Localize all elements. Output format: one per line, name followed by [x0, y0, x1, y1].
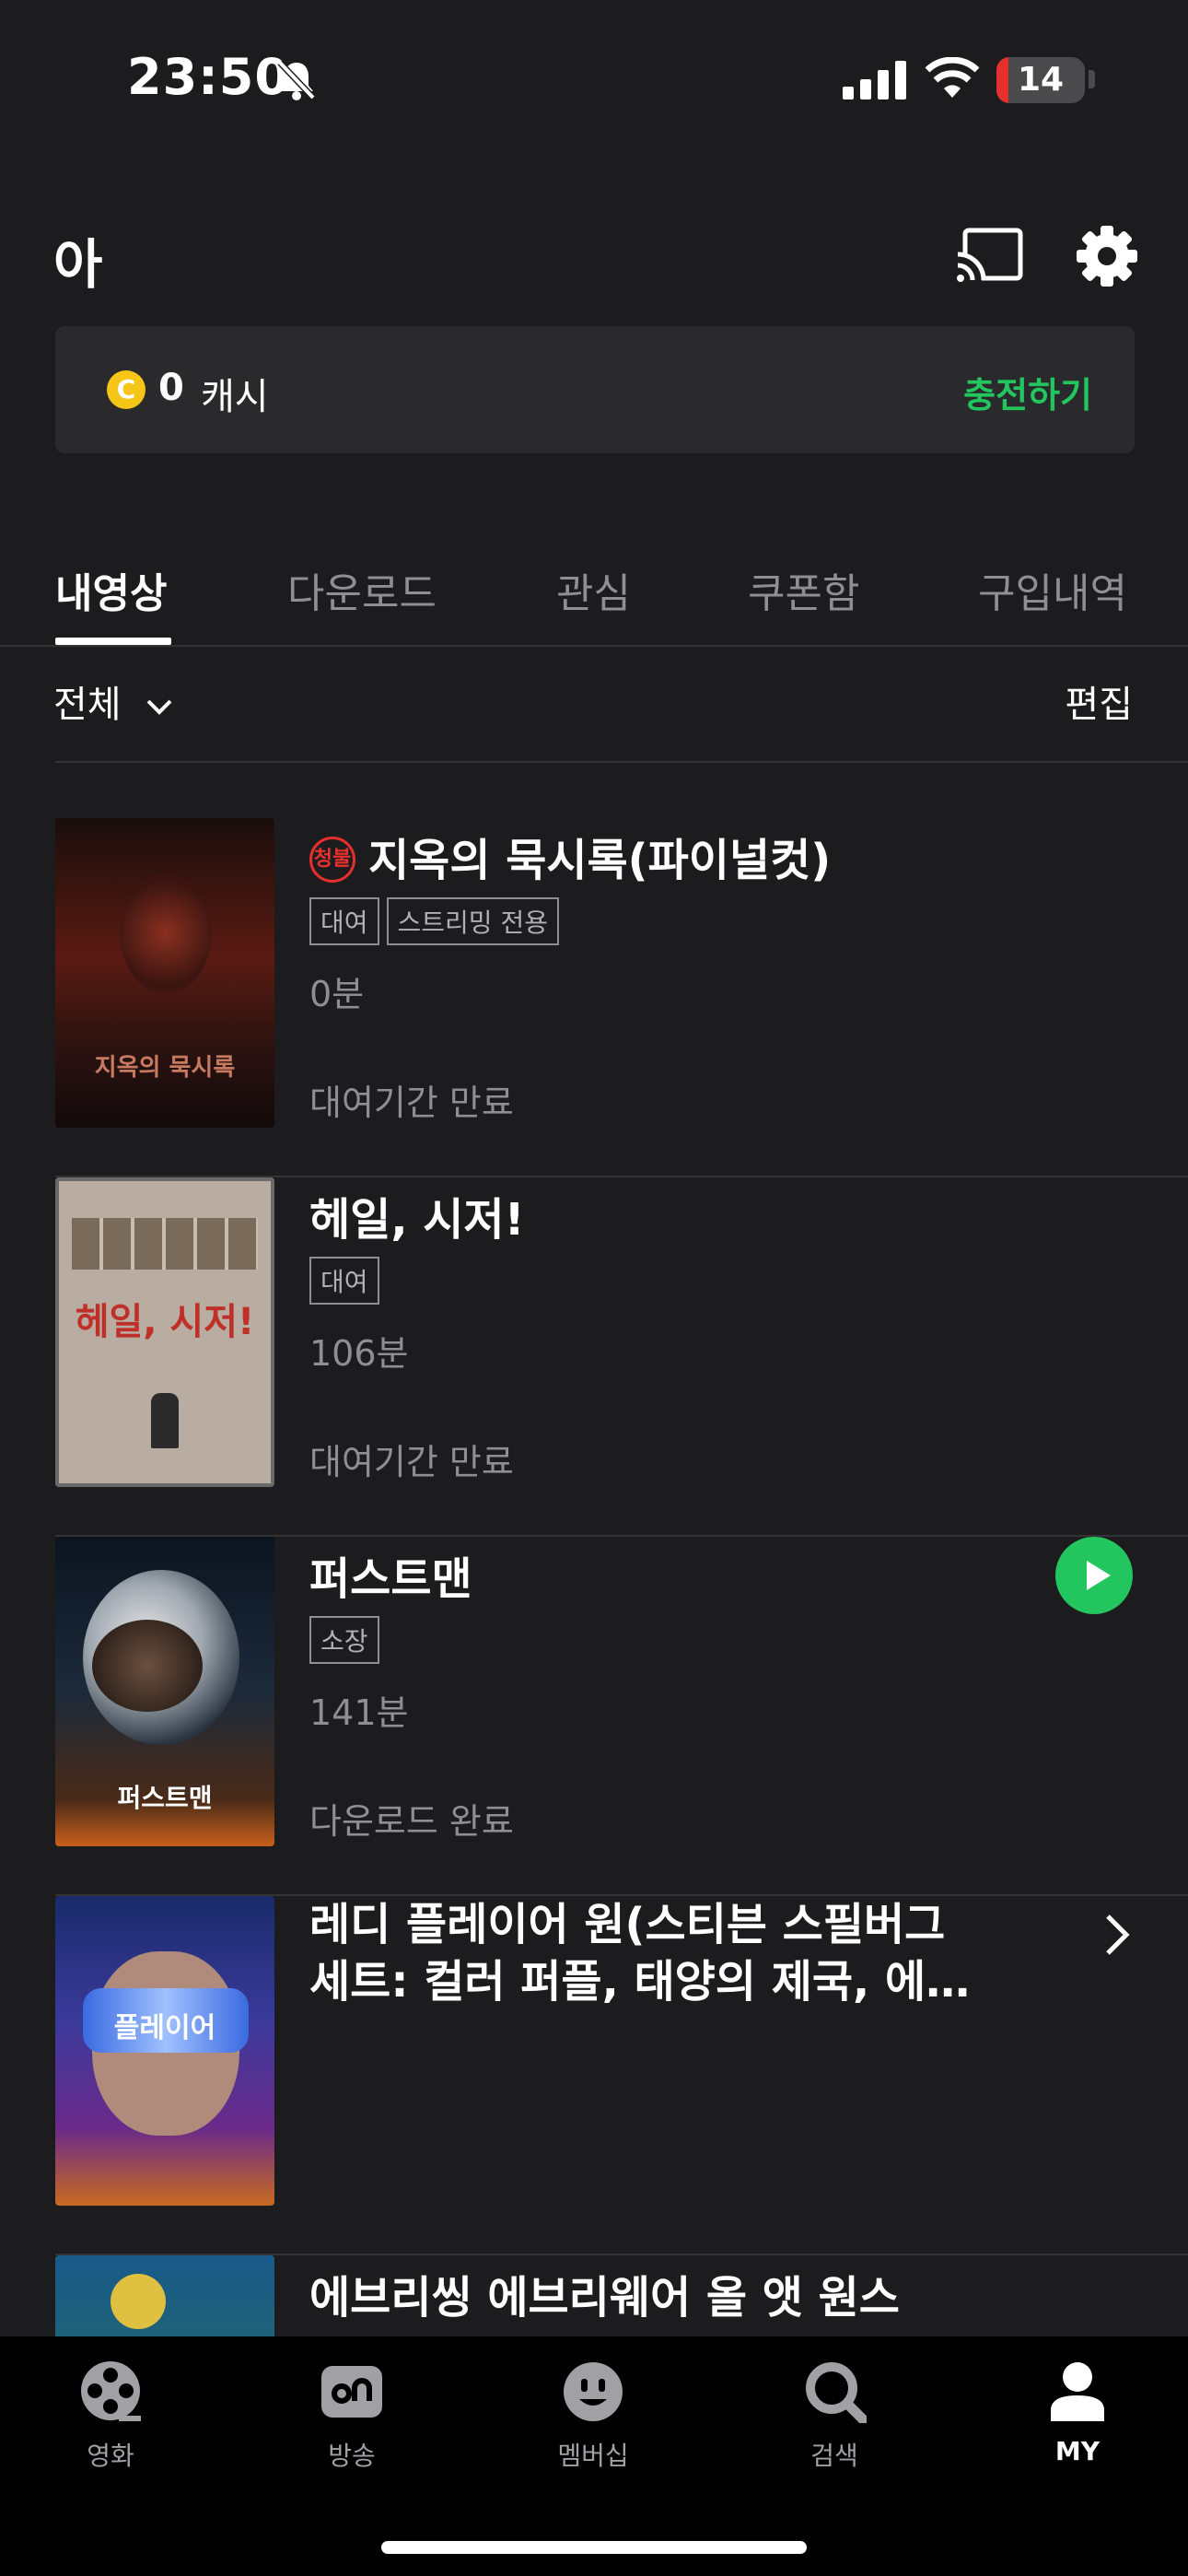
- item-status: 대여기간 만료: [309, 1083, 514, 1123]
- tv-on-icon: [321, 2366, 382, 2418]
- search-icon: [806, 2362, 867, 2423]
- badge: 스트리밍 전용: [386, 897, 559, 945]
- nav-my[interactable]: MY: [1004, 2359, 1151, 2466]
- coin-icon: C: [107, 370, 146, 409]
- poster-image: 퍼스트맨: [55, 1537, 274, 1846]
- cellular-signal-icon: [843, 61, 906, 100]
- divider: [55, 761, 1188, 763]
- cast-icon[interactable]: [954, 227, 1024, 286]
- wifi-icon: [925, 57, 980, 98]
- battery-level: 14: [1017, 61, 1065, 99]
- filter-label: 전체: [53, 684, 122, 726]
- poster-image: [55, 2255, 274, 2336]
- nav-search[interactable]: 검색: [761, 2359, 908, 2473]
- item-title-text: 지옥의 묵시록(파이널컷): [368, 835, 832, 886]
- badge: 대여: [309, 1257, 379, 1305]
- filter-dropdown[interactable]: 전체: [53, 674, 173, 728]
- nav-label: 방송: [328, 2441, 376, 2471]
- tab-coupons[interactable]: 쿠폰함: [748, 560, 859, 619]
- tab-favorites[interactable]: 관심: [556, 560, 631, 619]
- nav-broadcast[interactable]: 방송: [278, 2359, 425, 2473]
- profile-name: 아: [53, 233, 103, 296]
- item-title: 헤일, 시저!: [309, 1194, 525, 1246]
- cash-amount: 0: [158, 367, 184, 409]
- cash-unit: 캐시: [201, 376, 269, 418]
- nav-movies[interactable]: 영화: [37, 2359, 184, 2473]
- list-item[interactable]: 지옥의 묵시록 청불 지옥의 묵시록(파이널컷) 대여 스트리밍 전용 0분 대여기…: [0, 818, 1188, 1177]
- play-icon: [1087, 1561, 1111, 1590]
- smile-icon: [564, 2362, 623, 2421]
- play-button[interactable]: [1055, 1537, 1133, 1614]
- gear-icon[interactable]: [1076, 225, 1138, 287]
- item-badges: 대여: [309, 1257, 387, 1305]
- nav-label: 검색: [810, 2441, 858, 2471]
- age-rating-badge: 청불: [309, 837, 355, 883]
- item-title: 레디 플레이어 원(스티븐 스필버그 세트: 컬러 퍼플, 태양의 제국, 에…: [309, 1899, 971, 2008]
- list-item[interactable]: 에브리씽 에브리웨어 올 앳 원스: [0, 2255, 1188, 2336]
- badge: 소장: [309, 1616, 379, 1664]
- item-duration: 0분: [309, 974, 365, 1014]
- status-time: 23:50: [127, 48, 290, 106]
- edit-button[interactable]: 편집: [1065, 674, 1133, 728]
- nav-label: 영화: [87, 2441, 134, 2471]
- poster-title-text: 헤일, 시저!: [75, 1301, 255, 1343]
- cash-card: C 0 캐시 충전하기: [55, 326, 1135, 453]
- tab-bar: 내영상 다운로드 관심 쿠폰함 구입내역: [0, 544, 1188, 647]
- nav-label: MY: [1054, 2436, 1101, 2466]
- poster-image: 지옥의 묵시록: [55, 818, 274, 1128]
- poster-title-text: 퍼스트맨: [117, 1783, 213, 1813]
- tab-purchases[interactable]: 구입내역: [978, 560, 1127, 619]
- item-badges: 소장: [309, 1616, 387, 1664]
- person-icon: [1051, 2362, 1104, 2421]
- poster-title-text: 지옥의 묵시록: [94, 1054, 236, 1082]
- film-reel-icon: [81, 2361, 141, 2421]
- chevron-right-icon[interactable]: [1103, 1913, 1131, 1957]
- battery-tip: [1089, 70, 1095, 88]
- item-duration: 141분: [309, 1692, 409, 1733]
- list-item[interactable]: 헤일, 시저! 헤일, 시저! 대여 106분 대여기간 만료: [0, 1177, 1188, 1537]
- tab-my-videos[interactable]: 내영상: [55, 560, 167, 619]
- battery-indicator: 14: [996, 57, 1085, 103]
- item-status: 대여기간 만료: [309, 1442, 514, 1482]
- item-duration: 106분: [309, 1333, 409, 1374]
- item-title: 청불 지옥의 묵시록(파이널컷): [309, 824, 831, 888]
- bell-muted-icon: [277, 60, 316, 100]
- status-bar: 23:50 14: [0, 0, 1188, 157]
- chevron-down-icon: [146, 699, 172, 715]
- nav-label: 멤버십: [557, 2441, 629, 2471]
- charge-button[interactable]: 충전하기: [963, 367, 1092, 417]
- list-item[interactable]: 퍼스트맨 퍼스트맨 소장 141분 다운로드 완료: [0, 1537, 1188, 1896]
- tab-downloads[interactable]: 다운로드: [287, 560, 437, 619]
- poster-image: 헤일, 시저!: [55, 1177, 274, 1487]
- item-badges: 대여 스트리밍 전용: [309, 897, 566, 945]
- item-title: 퍼스트맨: [309, 1553, 472, 1605]
- item-status: 다운로드 완료: [309, 1801, 514, 1842]
- bottom-nav: 영화 방송 멤버십 검색 MY: [0, 2336, 1188, 2576]
- poster-title-text: 플레이어: [113, 2012, 216, 2044]
- item-title: 에브리씽 에브리웨어 올 앳 원스: [309, 2272, 900, 2324]
- nav-membership[interactable]: 멤버십: [519, 2359, 667, 2473]
- tab-indicator: [55, 638, 171, 645]
- home-indicator: [381, 2541, 807, 2554]
- poster-image: 플레이어: [55, 1896, 274, 2206]
- badge: 대여: [309, 897, 379, 945]
- list-item[interactable]: 플레이어 레디 플레이어 원(스티븐 스필버그 세트: 컬러 퍼플, 태양의 제…: [0, 1896, 1188, 2255]
